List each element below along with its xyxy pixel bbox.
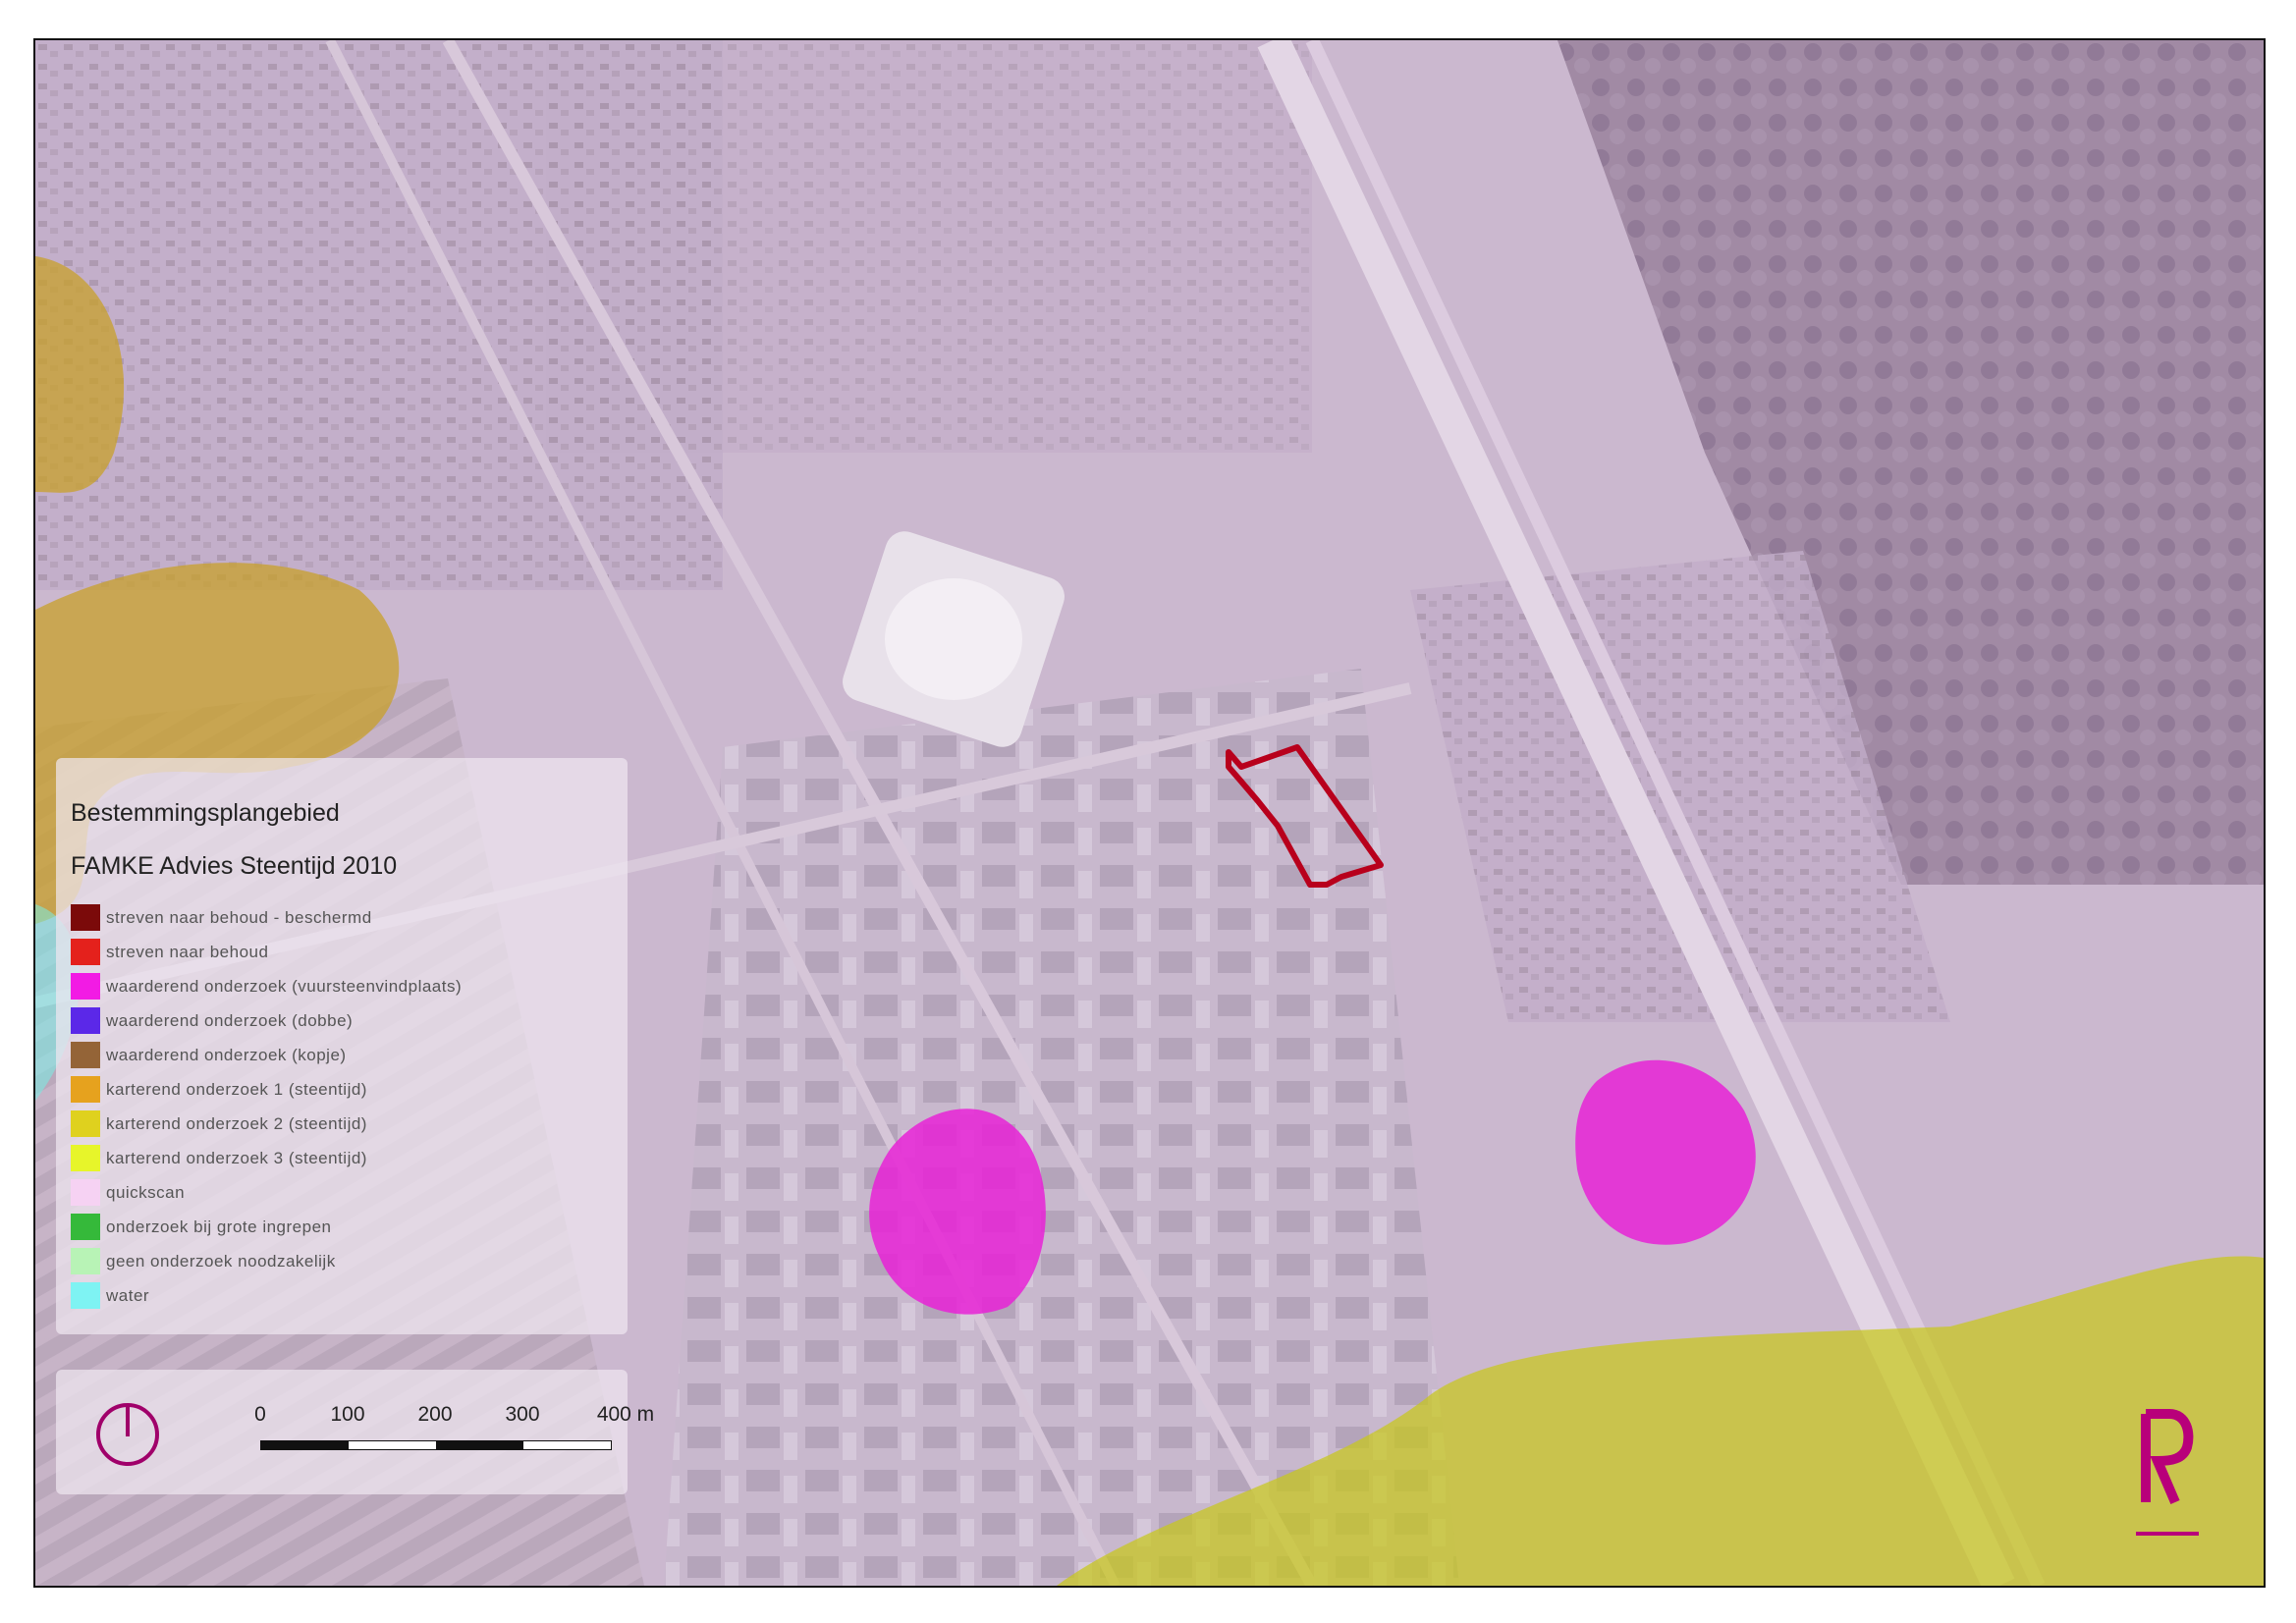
stadium-pitch: [885, 578, 1022, 700]
legend-item-label: waarderend onderzoek (kopje): [106, 1045, 347, 1064]
scale-tick-label: 0: [254, 1403, 266, 1426]
legend-item: quickscan: [71, 1175, 462, 1210]
legend-swatch: [71, 1214, 100, 1240]
legend-item: waarderend onderzoek (vuursteenvindplaat…: [71, 969, 462, 1003]
residential-area-north: [546, 40, 1312, 453]
scale-tick-label: 300: [505, 1403, 540, 1426]
legend-item: waarderend onderzoek (kopje): [71, 1038, 462, 1072]
legend-swatch: [71, 1076, 100, 1103]
legend-item-label: karterend onderzoek 2 (steentijd): [106, 1113, 367, 1133]
legend-swatch: [71, 904, 100, 931]
legend-title: Bestemmingsplangebied: [71, 799, 340, 827]
scale-bar-segment: [436, 1441, 523, 1449]
legend-item: waarderend onderzoek (dobbe): [71, 1003, 462, 1038]
scale-tick-label: 200: [417, 1403, 453, 1426]
legend-item-label: water: [106, 1285, 150, 1305]
legend-item-label: waarderend onderzoek (dobbe): [106, 1010, 354, 1030]
legend-item-label: waarderend onderzoek (vuursteenvindplaat…: [106, 976, 463, 996]
legend-item: karterend onderzoek 1 (steentijd): [71, 1072, 462, 1107]
legend-swatch: [71, 1042, 100, 1068]
legend-item-label: geen onderzoek noodzakelijk: [106, 1251, 336, 1271]
legend-swatch: [71, 1179, 100, 1206]
legend-swatch: [71, 1110, 100, 1137]
legend-item-label: streven naar behoud: [106, 942, 269, 961]
north-arrow-icon: [96, 1403, 159, 1466]
scale-bar-track: [260, 1440, 612, 1450]
legend-swatch: [71, 1145, 100, 1171]
legend-swatch: [71, 1282, 100, 1309]
scale-bar-segment: [261, 1441, 349, 1449]
legend-item: karterend onderzoek 2 (steentijd): [71, 1107, 462, 1141]
legend-swatch: [71, 1248, 100, 1274]
scale-tick-label: 100: [330, 1403, 365, 1426]
legend-swatch: [71, 973, 100, 1000]
legend-item: karterend onderzoek 3 (steentijd): [71, 1141, 462, 1175]
scale-tick-label: 400 m: [596, 1403, 655, 1426]
brand-logo-icon: [2136, 1409, 2199, 1536]
legend-item: streven naar behoud - beschermd: [71, 900, 462, 935]
legend-subtitle: FAMKE Advies Steentijd 2010: [71, 852, 398, 880]
legend-list: streven naar behoud - beschermd streven …: [71, 900, 462, 1313]
legend-item-label: karterend onderzoek 3 (steentijd): [106, 1148, 367, 1167]
legend-item: geen onderzoek noodzakelijk: [71, 1244, 462, 1278]
legend-item-label: quickscan: [106, 1182, 186, 1202]
legend-item: water: [71, 1278, 462, 1313]
legend-swatch: [71, 939, 100, 965]
legend-item-label: streven naar behoud - beschermd: [106, 907, 372, 927]
legend-item: streven naar behoud: [71, 935, 462, 969]
scale-bar: 0 100 200 300 400 m: [254, 1403, 654, 1462]
legend-item-label: onderzoek bij grote ingrepen: [106, 1217, 332, 1236]
legend-panel: Bestemmingsplangebied FAMKE Advies Steen…: [56, 758, 628, 1334]
legend-item: onderzoek bij grote ingrepen: [71, 1210, 462, 1244]
legend-item-label: karterend onderzoek 1 (steentijd): [106, 1079, 367, 1099]
legend-swatch: [71, 1007, 100, 1034]
scale-panel: 0 100 200 300 400 m: [56, 1370, 654, 1494]
